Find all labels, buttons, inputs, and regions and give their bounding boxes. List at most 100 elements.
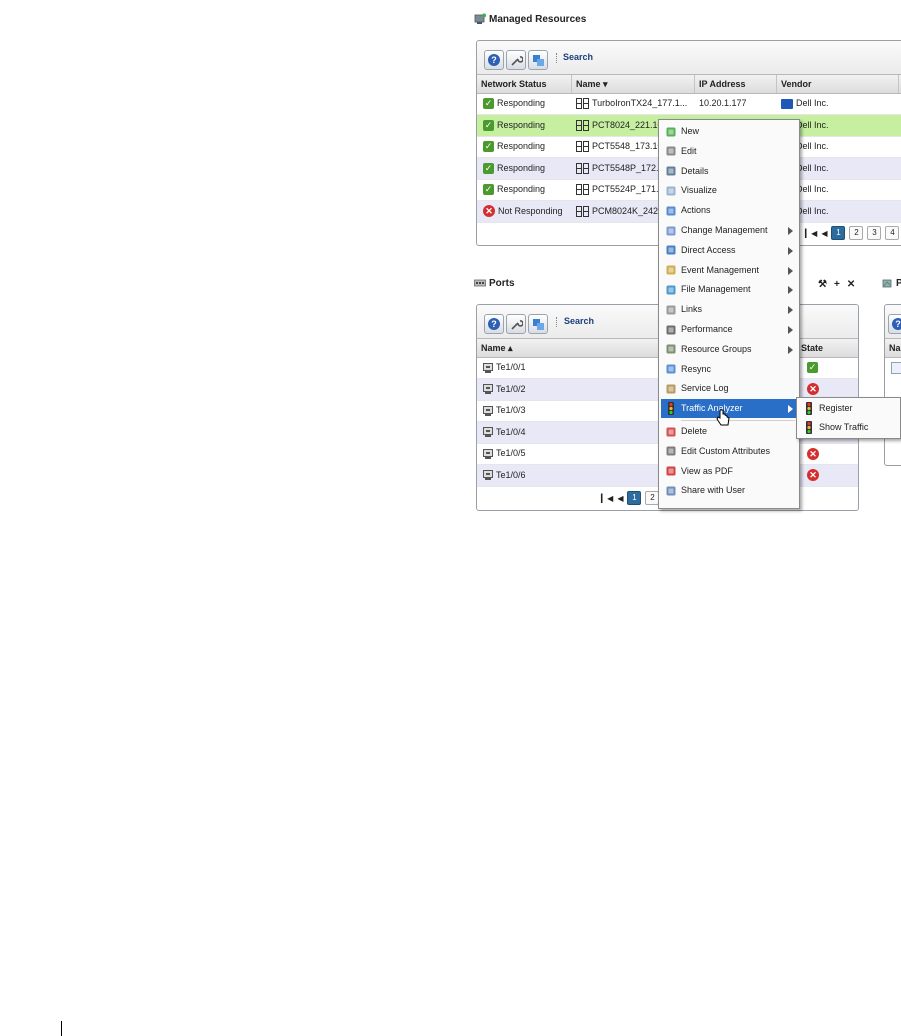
ports-icon <box>474 279 486 287</box>
edit-icon <box>664 145 677 158</box>
menu-item-performance[interactable]: Performance <box>661 320 797 339</box>
menu-item-edit[interactable]: Edit <box>661 142 797 161</box>
vendor-text: Dell Inc. <box>796 205 829 216</box>
search-link[interactable]: Search <box>563 52 593 62</box>
refresh-button[interactable] <box>528 50 548 70</box>
port-name-text: Te1/0/1 <box>496 362 526 372</box>
details-icon <box>664 165 677 178</box>
managed-table-header: Network Status Name ▾ IP Address Vendor <box>477 74 901 94</box>
menu-item-links[interactable]: Links <box>661 300 797 319</box>
menu-item-file-management[interactable]: File Management <box>661 280 797 299</box>
menu-item-actions[interactable]: Actions <box>661 201 797 220</box>
col-vendor[interactable]: Vendor <box>777 75 899 93</box>
menu-item-view-as-pdf[interactable]: View as PDF <box>661 462 797 481</box>
change-management-icon <box>664 224 677 237</box>
managed-resources-title: Managed Resources <box>474 13 586 25</box>
device-icon <box>576 119 589 131</box>
page-button[interactable]: 1 <box>831 226 846 240</box>
ports-title: Ports <box>474 278 515 289</box>
page-button[interactable]: 3 <box>867 226 882 240</box>
menu-item-edit-custom-attributes[interactable]: Edit Custom Attributes <box>661 442 797 461</box>
status-ok-icon: ✓ <box>483 98 494 109</box>
page-button[interactable]: 1 <box>627 491 642 505</box>
menu-item-label: Direct Access <box>681 244 736 255</box>
state-cell: ✓ <box>803 357 857 378</box>
right-portlet-icon <box>882 279 892 288</box>
menu-item-resource-groups[interactable]: Resource Groups <box>661 340 797 359</box>
vendor-cell: Dell Inc. <box>777 93 899 114</box>
portlet-close-icon[interactable]: ✕ <box>847 279 855 290</box>
col-network-status[interactable]: Network Status <box>477 75 572 93</box>
menu-item-change-management[interactable]: Change Management <box>661 221 797 240</box>
menu-item-new[interactable]: New <box>661 122 797 141</box>
settings-button[interactable] <box>506 314 526 334</box>
links-icon <box>664 303 677 316</box>
event-management-icon <box>664 264 677 277</box>
name-text: PCT5548P_172.1 <box>592 162 664 173</box>
status-cell: ✓ Responding <box>479 115 572 136</box>
menu-item-label: Resync <box>681 363 712 374</box>
name-text: TurboIronTX24_177.1... <box>592 98 688 108</box>
device-icon <box>576 205 589 217</box>
menu-item-label: Edit Custom Attributes <box>681 445 771 456</box>
menu-item-resync[interactable]: Resync <box>661 360 797 379</box>
port-name-text: Te1/0/6 <box>496 469 526 480</box>
port-name-text: Te1/0/5 <box>496 448 526 458</box>
device-icon <box>576 141 589 152</box>
submenu-item-register[interactable]: Register <box>799 399 898 418</box>
status-ok-icon: ✓ <box>483 184 494 195</box>
state-error-icon: ✕ <box>807 469 819 481</box>
first-page-icon[interactable]: ▎◀ <box>601 494 613 503</box>
col-name[interactable]: Name ▾ <box>572 75 695 93</box>
status-text: Responding <box>497 184 546 194</box>
col-right-name[interactable]: Na <box>885 339 901 357</box>
refresh-button[interactable] <box>528 314 548 334</box>
port-icon <box>483 362 493 373</box>
menu-item-share-with-user[interactable]: Share with User <box>661 481 797 500</box>
settings-button[interactable] <box>506 50 526 70</box>
state-error-icon: ✕ <box>807 447 819 460</box>
menu-item-label: Traffic Analyzer <box>681 403 743 414</box>
submenu-arrow-icon <box>788 306 793 315</box>
menu-item-visualize[interactable]: Visualize <box>661 181 797 200</box>
help-button[interactable]: ? <box>484 314 504 334</box>
menu-item-direct-access[interactable]: Direct Access <box>661 241 797 260</box>
status-text: Responding <box>497 119 546 130</box>
search-link[interactable]: Search <box>564 316 594 326</box>
table-row[interactable]: ✓ Responding TurboIronTX24_177.1... 10.20.1… <box>477 93 901 115</box>
share-icon <box>664 484 677 497</box>
actions-icon <box>664 204 677 217</box>
name-text: PCT8024_221.10 <box>592 119 663 130</box>
port-name-text: Te1/0/2 <box>496 383 526 394</box>
traffic-light-icon <box>802 402 815 415</box>
prev-page-icon[interactable]: ◀ <box>617 494 623 503</box>
help-button[interactable]: ? <box>888 314 901 334</box>
right-table-header: Na <box>885 338 901 358</box>
menu-item-service-log[interactable]: Service Log <box>661 379 797 398</box>
wrench-icon <box>510 55 523 66</box>
status-cell: ✓ Responding <box>479 158 572 179</box>
first-page-icon[interactable]: ▎◀ <box>805 229 817 238</box>
vendor-text: Dell Inc. <box>796 184 829 194</box>
portlet-settings-icon[interactable]: ⚒ <box>818 279 827 290</box>
menu-item-label: View as PDF <box>681 465 733 476</box>
managed-resources-title-text: Managed Resources <box>489 13 587 25</box>
ports-pager: ▎◀ ◀ 1 2 <box>601 491 660 505</box>
col-ip-address[interactable]: IP Address <box>695 75 777 93</box>
submenu-item-show-traffic[interactable]: Show Traffic <box>799 418 898 437</box>
menu-separator <box>681 420 795 421</box>
page-button[interactable]: 4 <box>885 226 900 240</box>
prev-page-icon[interactable]: ◀ <box>821 229 827 238</box>
menu-item-label: Performance <box>681 324 733 334</box>
col-state[interactable]: State <box>797 339 857 357</box>
menu-item-event-management[interactable]: Event Management <box>661 261 797 280</box>
menu-item-details[interactable]: Details <box>661 162 797 181</box>
state-ok-icon: ✓ <box>807 362 818 373</box>
status-error-icon: ✕ <box>483 205 495 217</box>
help-button[interactable]: ? <box>484 50 504 70</box>
page-button[interactable]: 2 <box>849 226 864 240</box>
portlet-add-icon[interactable]: + <box>834 279 840 290</box>
device-icon <box>576 162 589 174</box>
refresh-icon <box>532 54 544 66</box>
submenu-arrow-icon <box>788 345 793 354</box>
